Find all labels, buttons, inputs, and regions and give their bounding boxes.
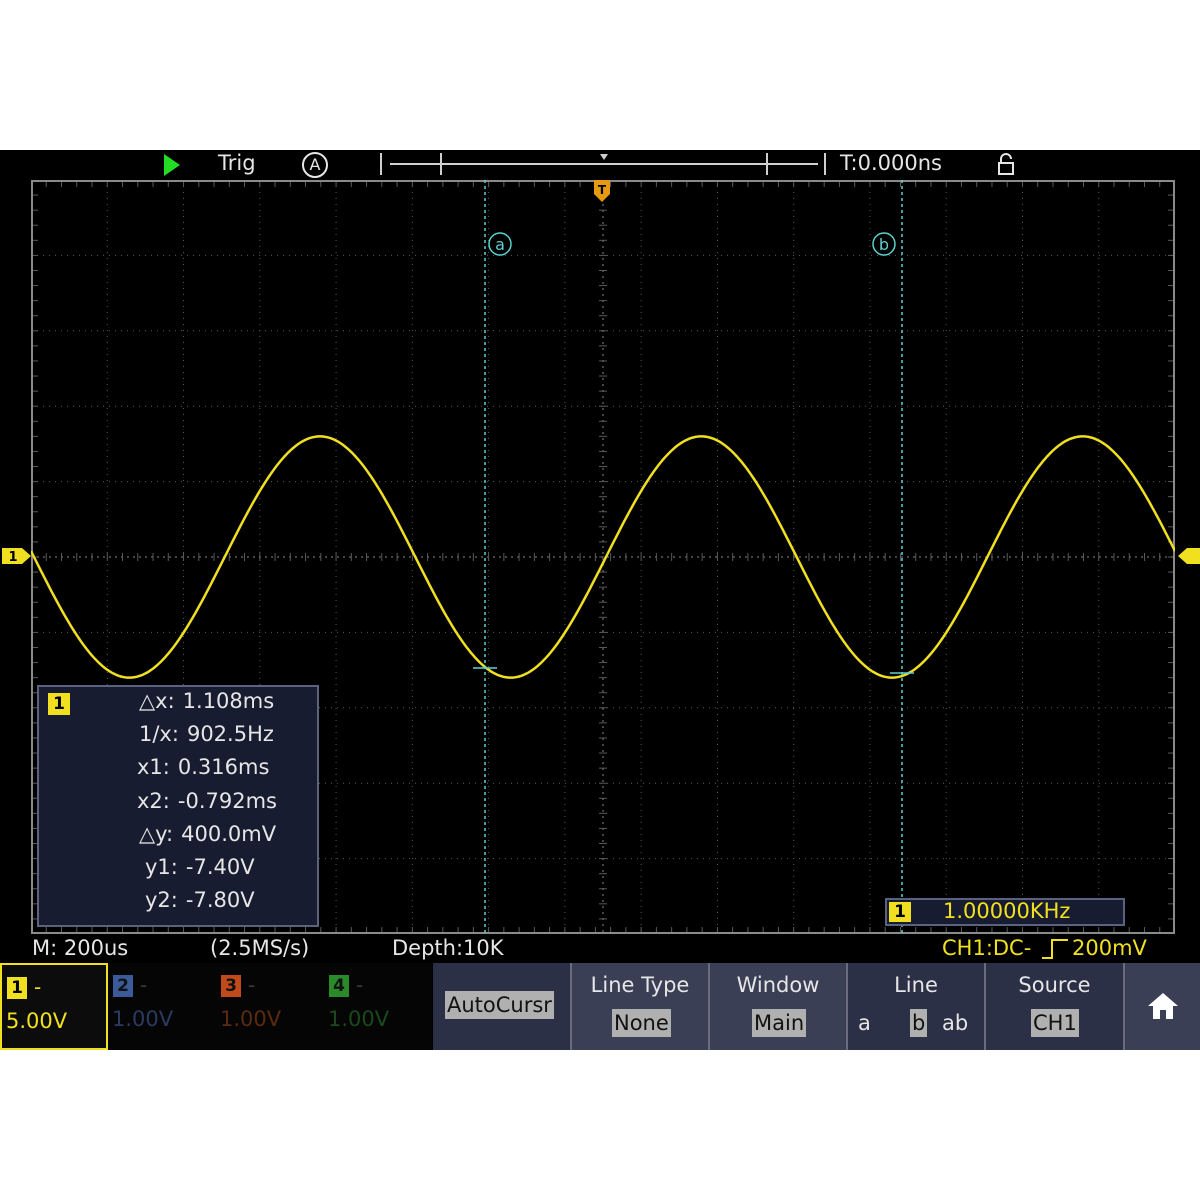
oscilloscope-screen: Trig A T:0.000ns a b T 1 1 △x: 1.108ms 1/x… [0, 150, 1200, 1050]
measurement-value: -7.40V [185, 855, 255, 879]
lock-icon [998, 153, 1014, 175]
cursor-b-label: b [879, 235, 889, 254]
channel-4-settings[interactable]: 4- 1.00V [324, 963, 432, 1050]
measurement-row: y1: -7.40V [145, 855, 255, 879]
cursor-measurement-panel: 1 △x: 1.108ms 1/x: 902.5Hz x1: 0.316ms x2: -0.7… [37, 685, 319, 927]
trigger-level-readout: 200mV [1072, 936, 1147, 960]
measurement-value: 400.0mV [181, 821, 277, 846]
channel-2-settings[interactable]: 2- 1.00V [108, 963, 216, 1050]
measurement-row: x1: 0.316ms [137, 755, 269, 779]
channel-volts-div: 5.00V [6, 1009, 68, 1033]
measurement-row: 1/x: 902.5Hz [139, 722, 274, 746]
status-bar: M: 200us (2.5MS/s) Depth:10K CH1:DC- 200… [0, 936, 1200, 962]
measurement-label: y1: [145, 855, 178, 879]
channel-number-badge: 2 [113, 975, 133, 997]
rising-edge-icon [1042, 939, 1068, 959]
window-button[interactable]: Window Main [710, 963, 848, 1050]
measurement-label: △x: [139, 689, 175, 713]
auto-cursor-button[interactable]: AutoCursr [433, 963, 572, 1050]
channel-number-badge: 3 [221, 975, 241, 997]
cursor-a-label: a [495, 235, 505, 254]
measurement-label: x2: [137, 788, 170, 813]
measurement-value: 1.108ms [182, 689, 275, 713]
frequency-value: 1.00000KHz [943, 899, 1071, 923]
home-icon [1148, 993, 1178, 1019]
source-value: CH1 [1031, 1009, 1079, 1037]
source-title: Source [1018, 973, 1091, 997]
cursor-menu: AutoCursr Line Type None Window Main Lin… [433, 963, 1200, 1050]
time-delay-readout: T:0.000ns [840, 151, 942, 175]
trigger-position-label: T [598, 183, 607, 197]
source-button[interactable]: Source CH1 [986, 963, 1125, 1050]
line-option-b[interactable]: b [910, 1009, 928, 1037]
trigger-position-marker [600, 154, 608, 160]
frequency-counter: 1 1.00000KHz [885, 898, 1125, 926]
channel-settings-area: 1-5.00V 2-1.00V 3-1.00V 4-1.00V [0, 963, 432, 1050]
home-button[interactable] [1125, 963, 1200, 1050]
frequency-channel-badge: 1 [889, 902, 911, 922]
trigger-mode-icon: A [302, 152, 328, 178]
channel-coupling: - [34, 975, 42, 999]
measurement-label: y2: [145, 888, 178, 913]
memory-depth-readout: Depth:10K [392, 936, 504, 960]
ch1-offset-marker[interactable]: 1 [2, 546, 32, 566]
measurement-row: x2: -0.792ms [137, 789, 277, 813]
line-select-button[interactable]: Line a b ab [848, 963, 986, 1050]
measurement-value: -0.792ms [177, 788, 277, 813]
line-option-ab[interactable]: ab [942, 1009, 968, 1037]
measurement-row: △x: 1.108ms [139, 689, 274, 713]
measurement-row: y2: -7.80V [145, 888, 255, 912]
channel-coupling: - [140, 973, 148, 997]
auto-cursor-label: AutoCursr [445, 991, 554, 1019]
measurement-value: 0.316ms [177, 755, 270, 780]
trigger-level-marker[interactable] [1176, 546, 1200, 566]
channel-number-badge: 4 [329, 975, 349, 997]
svg-text:1: 1 [8, 550, 17, 565]
window-value: Main [752, 1009, 807, 1037]
channel-volts-div: 1.00V [220, 1007, 282, 1031]
sample-rate-readout: (2.5MS/s) [210, 936, 310, 960]
trigger-coupling-readout: CH1:DC- [942, 936, 1032, 960]
line-option-a[interactable]: a [858, 1009, 871, 1037]
measurement-row: △y: 400.0mV [139, 822, 276, 846]
timebase-readout: M: 200us [32, 936, 129, 960]
measurement-channel-badge: 1 [48, 693, 70, 715]
measurement-label: x1: [137, 755, 170, 780]
measurement-value: 902.5Hz [186, 722, 274, 747]
channel-3-settings[interactable]: 3- 1.00V [216, 963, 324, 1050]
horizontal-position-bar [380, 153, 826, 175]
run-status-icon [164, 154, 180, 176]
channel-volts-div: 1.00V [328, 1007, 390, 1031]
line-type-title: Line Type [590, 973, 690, 997]
trigger-status: Trig [218, 151, 256, 175]
line-type-value: None [612, 1009, 671, 1037]
channel-coupling: - [356, 973, 364, 997]
line-title: Line [894, 973, 938, 997]
channel-number-badge: 1 [7, 977, 27, 999]
channel-1-settings[interactable]: 1- 5.00V [0, 963, 108, 1050]
window-title: Window [736, 973, 820, 997]
measurement-label: △y: [139, 821, 174, 846]
measurement-label: 1/x: [139, 722, 179, 747]
measurement-value: -7.80V [185, 888, 255, 913]
line-type-button[interactable]: Line Type None [572, 963, 710, 1050]
channel-volts-div: 1.00V [112, 1007, 174, 1031]
channel-coupling: - [248, 973, 256, 997]
